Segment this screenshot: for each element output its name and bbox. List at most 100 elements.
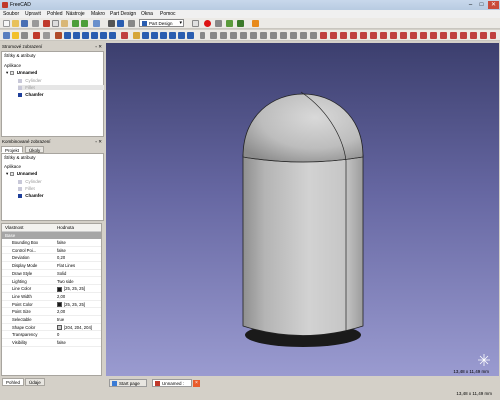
close-tab-icon[interactable]: × xyxy=(193,380,200,387)
stereo-icon[interactable] xyxy=(33,32,40,39)
menu-windows[interactable]: Okna xyxy=(141,11,153,17)
right-view-icon[interactable] xyxy=(82,32,89,39)
property-value[interactable]: false xyxy=(57,239,66,247)
execute-macro-icon[interactable] xyxy=(237,20,244,27)
sketch-external-icon[interactable] xyxy=(300,32,307,39)
cylinder-body[interactable] xyxy=(242,154,364,336)
sketch-polygon-icon[interactable] xyxy=(260,32,267,39)
refresh-icon[interactable] xyxy=(93,20,100,27)
dock-close-icon[interactable]: ▫ ✕ xyxy=(95,43,102,50)
constraint-angle-icon[interactable] xyxy=(460,32,467,39)
sketch-arc-icon[interactable] xyxy=(220,32,227,39)
pointer-icon[interactable] xyxy=(108,20,115,27)
combo-document-row[interactable]: ▾ Unnamed xyxy=(6,171,37,177)
property-row[interactable]: Lighting Two side xyxy=(2,278,101,286)
property-row[interactable]: Line Width 2,00 xyxy=(2,293,101,301)
sketch-polyline-icon[interactable] xyxy=(240,32,247,39)
revolution-icon[interactable] xyxy=(160,32,167,39)
constraint-snell-icon[interactable] xyxy=(470,32,477,39)
property-value[interactable]: false xyxy=(57,339,66,347)
property-value[interactable]: [25, 25, 25] xyxy=(57,301,85,309)
combo-item-chamfer[interactable]: Chamfer xyxy=(18,193,44,198)
constraint-parallel-icon[interactable] xyxy=(360,32,367,39)
constraint-distance-icon[interactable] xyxy=(440,32,447,39)
constraint-reference-icon[interactable] xyxy=(490,32,496,39)
sketch-fillet-icon[interactable] xyxy=(280,32,287,39)
chamfer-icon[interactable] xyxy=(187,32,194,39)
menu-macro[interactable]: Makro xyxy=(91,11,105,17)
sketch-circle-icon[interactable] xyxy=(230,32,237,39)
constraint-radius-icon[interactable] xyxy=(450,32,457,39)
property-value[interactable]: 0 xyxy=(57,331,59,339)
link-icon[interactable] xyxy=(117,20,124,27)
combo-item-fillet[interactable]: Fillet xyxy=(18,186,35,191)
menu-view[interactable]: Pohled xyxy=(47,11,63,17)
property-value[interactable]: Two side xyxy=(57,278,74,286)
property-row[interactable]: Draw Style Solid xyxy=(2,270,101,278)
property-value[interactable]: 2,00 xyxy=(57,308,65,316)
bottom-view-icon[interactable] xyxy=(100,32,107,39)
menu-part-design[interactable]: Part Design xyxy=(110,11,136,17)
property-row[interactable]: Visibility false xyxy=(2,339,101,347)
property-value[interactable]: Solid xyxy=(57,270,66,278)
left-view-icon[interactable] xyxy=(109,32,116,39)
pad-icon[interactable] xyxy=(142,32,149,39)
dome-cap[interactable] xyxy=(242,93,364,163)
expand-arrow-icon[interactable]: ▾ xyxy=(6,171,8,176)
tab-data[interactable]: Údaje xyxy=(25,378,45,386)
constraint-point-on-object-icon[interactable] xyxy=(330,32,337,39)
macro-editor-icon[interactable] xyxy=(226,20,233,27)
combo-item-cylinder[interactable]: Cylinder xyxy=(18,179,42,184)
minimize-button[interactable]: – xyxy=(465,1,476,9)
maximize-button[interactable]: □ xyxy=(476,1,487,9)
save-icon[interactable] xyxy=(21,20,28,27)
stop-macro-icon[interactable] xyxy=(215,20,222,27)
top-view-icon[interactable] xyxy=(73,32,80,39)
constraint-vertical-icon[interactable] xyxy=(340,32,347,39)
3d-model-view[interactable] xyxy=(106,43,499,376)
tab-unnamed-document[interactable]: Unnamed : 1* × xyxy=(152,379,200,394)
constraint-lock-icon[interactable] xyxy=(410,32,417,39)
expand-arrow-icon[interactable]: ▾ xyxy=(6,70,8,75)
constraint-tangent-icon[interactable] xyxy=(380,32,387,39)
property-row[interactable]: Selectable true xyxy=(2,316,101,324)
copy-icon[interactable] xyxy=(52,20,59,27)
draw-style-icon[interactable] xyxy=(21,32,28,39)
sketch-slot-icon[interactable] xyxy=(270,32,277,39)
open-folder-icon[interactable] xyxy=(12,20,19,27)
property-value[interactable]: 2,00 xyxy=(57,293,65,301)
sketch-rectangle-icon[interactable] xyxy=(250,32,257,39)
menu-file[interactable]: Soubor xyxy=(3,11,19,17)
front-view-icon[interactable] xyxy=(64,32,71,39)
redo-icon[interactable] xyxy=(81,20,88,27)
constraint-horizontal-icon[interactable] xyxy=(350,32,357,39)
tree-item-cylinder[interactable]: Cylinder xyxy=(18,78,42,83)
cut-icon[interactable] xyxy=(43,20,50,27)
property-row[interactable]: Deviation 0,20 xyxy=(2,254,101,263)
property-value[interactable]: [204, 204, 204] xyxy=(57,324,92,332)
menu-edit[interactable]: Upravit xyxy=(25,11,41,17)
menu-help[interactable]: Pomoc xyxy=(160,11,176,17)
tab-project[interactable]: Projekt xyxy=(1,146,24,153)
bounding-box-icon[interactable] xyxy=(43,32,50,39)
groove-icon[interactable] xyxy=(169,32,176,39)
workbench-selector[interactable]: Part Design ▾ xyxy=(139,19,184,27)
constraint-perpendicular-icon[interactable] xyxy=(370,32,377,39)
sketch-line-icon[interactable] xyxy=(210,32,217,39)
constraint-distance-y-icon[interactable] xyxy=(430,32,437,39)
sketch-point-icon[interactable] xyxy=(200,32,205,39)
new-document-icon[interactable] xyxy=(3,20,10,27)
pocket-icon[interactable] xyxy=(151,32,158,39)
isometric-view-icon[interactable] xyxy=(55,32,62,39)
undo-icon[interactable] xyxy=(72,20,79,27)
constraint-coincident-icon[interactable] xyxy=(320,32,327,39)
constraint-internal-icon[interactable] xyxy=(480,32,487,39)
macro-record-icon[interactable] xyxy=(192,20,199,27)
property-row[interactable]: Line Color [25, 25, 25] xyxy=(2,285,101,293)
tree-item-fillet[interactable]: Fillet xyxy=(18,85,104,90)
help-icon[interactable] xyxy=(252,20,259,27)
tree-document-row[interactable]: ▾ Unnamed xyxy=(6,70,37,76)
rear-view-icon[interactable] xyxy=(91,32,98,39)
property-value[interactable]: true xyxy=(57,316,64,324)
property-value[interactable]: false xyxy=(57,247,66,255)
